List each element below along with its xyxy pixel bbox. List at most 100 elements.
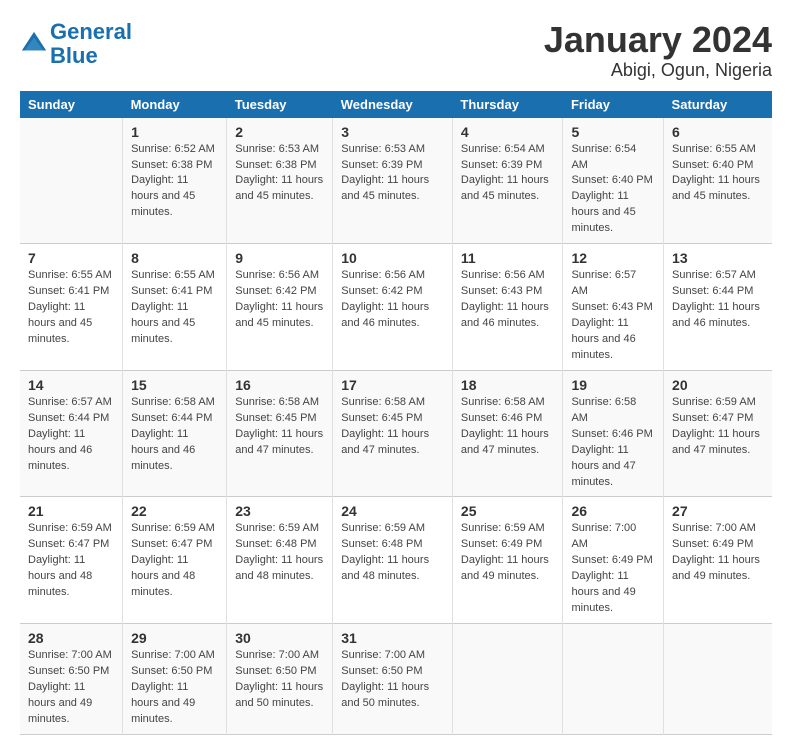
day-number: 24 [341,503,444,519]
day-number: 13 [672,250,764,266]
day-number: 30 [235,630,324,646]
cell-info: Sunrise: 6:55 AMSunset: 6:41 PMDaylight:… [131,268,218,348]
cell-info: Sunrise: 7:00 AMSunset: 6:50 PMDaylight:… [28,648,114,728]
calendar-cell [563,624,664,735]
calendar-cell: 24 Sunrise: 6:59 AMSunset: 6:48 PMDayligh… [333,497,453,624]
calendar-cell: 14 Sunrise: 6:57 AMSunset: 6:44 PMDayligh… [20,370,123,497]
cell-info: Sunrise: 6:59 AMSunset: 6:49 PMDaylight:… [461,521,555,585]
calendar-cell: 21 Sunrise: 6:59 AMSunset: 6:47 PMDayligh… [20,497,123,624]
day-number: 22 [131,503,218,519]
calendar-cell: 12 Sunrise: 6:57 AMSunset: 6:43 PMDayligh… [563,244,664,371]
page-title: January 2024 [544,20,772,60]
day-number: 4 [461,124,555,140]
day-number: 6 [672,124,764,140]
cell-info: Sunrise: 6:57 AMSunset: 6:44 PMDaylight:… [672,268,764,332]
day-number: 17 [341,377,444,393]
cell-info: Sunrise: 7:00 AMSunset: 6:49 PMDaylight:… [571,521,655,617]
calendar-cell: 28Sunrise: 7:00 AMSunset: 6:50 PMDayligh… [20,624,123,735]
cell-info: Sunrise: 6:54 AMSunset: 6:40 PMDaylight:… [571,142,655,238]
day-number: 1 [131,124,218,140]
calendar-cell: 5 Sunrise: 6:54 AMSunset: 6:40 PMDaylight… [563,118,664,244]
day-number: 18 [461,377,555,393]
day-number: 8 [131,250,218,266]
calendar-cell: 1 Sunrise: 6:52 AMSunset: 6:38 PMDaylight… [123,118,227,244]
header-day-wednesday: Wednesday [333,91,453,118]
calendar-cell: 19 Sunrise: 6:58 AMSunset: 6:46 PMDayligh… [563,370,664,497]
day-number: 5 [571,124,655,140]
week-row-1: 7Sunrise: 6:55 AMSunset: 6:41 PMDaylight… [20,244,772,371]
header-day-sunday: Sunday [20,91,123,118]
cell-info: Sunrise: 6:58 AMSunset: 6:45 PMDaylight:… [341,395,444,459]
calendar-cell: 20 Sunrise: 6:59 AMSunset: 6:47 PMDayligh… [664,370,772,497]
week-row-2: 14 Sunrise: 6:57 AMSunset: 6:44 PMDayligh… [20,370,772,497]
calendar-cell: 25 Sunrise: 6:59 AMSunset: 6:49 PMDayligh… [452,497,563,624]
header-day-monday: Monday [123,91,227,118]
calendar-cell [664,624,772,735]
calendar-cell: 4 Sunrise: 6:54 AMSunset: 6:39 PMDaylight… [452,118,563,244]
cell-info: Sunrise: 6:55 AMSunset: 6:41 PMDaylight:… [28,268,114,348]
day-number: 31 [341,630,444,646]
cell-info: Sunrise: 7:00 AMSunset: 6:50 PMDaylight:… [235,648,324,712]
calendar-cell: 6 Sunrise: 6:55 AMSunset: 6:40 PMDaylight… [664,118,772,244]
cell-info: Sunrise: 7:00 AMSunset: 6:50 PMDaylight:… [131,648,218,728]
logo-text: General Blue [50,20,132,68]
cell-info: Sunrise: 6:56 AMSunset: 6:43 PMDaylight:… [461,268,555,332]
day-number: 25 [461,503,555,519]
cell-info: Sunrise: 6:52 AMSunset: 6:38 PMDaylight:… [131,142,218,222]
day-number: 27 [672,503,764,519]
cell-info: Sunrise: 6:59 AMSunset: 6:48 PMDaylight:… [235,521,324,585]
day-number: 19 [571,377,655,393]
week-row-0: 1 Sunrise: 6:52 AMSunset: 6:38 PMDaylight… [20,118,772,244]
cell-info: Sunrise: 6:54 AMSunset: 6:39 PMDaylight:… [461,142,555,206]
day-number: 21 [28,503,114,519]
calendar-cell: 10Sunrise: 6:56 AMSunset: 6:42 PMDayligh… [333,244,453,371]
calendar-cell: 23Sunrise: 6:59 AMSunset: 6:48 PMDayligh… [227,497,333,624]
calendar-cell: 7Sunrise: 6:55 AMSunset: 6:41 PMDaylight… [20,244,123,371]
calendar-cell: 8 Sunrise: 6:55 AMSunset: 6:41 PMDaylight… [123,244,227,371]
week-row-4: 28Sunrise: 7:00 AMSunset: 6:50 PMDayligh… [20,624,772,735]
cell-info: Sunrise: 6:58 AMSunset: 6:46 PMDaylight:… [571,395,655,491]
cell-info: Sunrise: 7:00 AMSunset: 6:49 PMDaylight:… [672,521,764,585]
cell-info: Sunrise: 6:59 AMSunset: 6:47 PMDaylight:… [131,521,218,601]
cell-info: Sunrise: 6:59 AMSunset: 6:47 PMDaylight:… [672,395,764,459]
day-number: 14 [28,377,114,393]
day-number: 12 [571,250,655,266]
cell-info: Sunrise: 6:58 AMSunset: 6:44 PMDaylight:… [131,395,218,475]
cell-info: Sunrise: 6:53 AMSunset: 6:39 PMDaylight:… [341,142,444,206]
calendar-cell: 30 Sunrise: 7:00 AMSunset: 6:50 PMDayligh… [227,624,333,735]
day-number: 16 [235,377,324,393]
cell-info: Sunrise: 6:56 AMSunset: 6:42 PMDaylight:… [235,268,324,332]
calendar-cell: 11 Sunrise: 6:56 AMSunset: 6:43 PMDayligh… [452,244,563,371]
calendar-cell: 16 Sunrise: 6:58 AMSunset: 6:45 PMDayligh… [227,370,333,497]
calendar-cell: 26 Sunrise: 7:00 AMSunset: 6:49 PMDayligh… [563,497,664,624]
header-day-thursday: Thursday [452,91,563,118]
header-day-tuesday: Tuesday [227,91,333,118]
calendar-cell: 17 Sunrise: 6:58 AMSunset: 6:45 PMDayligh… [333,370,453,497]
calendar-cell [20,118,123,244]
cell-info: Sunrise: 6:55 AMSunset: 6:40 PMDaylight:… [672,142,764,206]
cell-info: Sunrise: 6:59 AMSunset: 6:48 PMDaylight:… [341,521,444,585]
day-number: 15 [131,377,218,393]
calendar-cell [452,624,563,735]
week-row-3: 21 Sunrise: 6:59 AMSunset: 6:47 PMDayligh… [20,497,772,624]
day-number: 10 [341,250,444,266]
day-number: 2 [235,124,324,140]
header-day-friday: Friday [563,91,664,118]
calendar-cell: 15 Sunrise: 6:58 AMSunset: 6:44 PMDayligh… [123,370,227,497]
calendar-cell: 13 Sunrise: 6:57 AMSunset: 6:44 PMDayligh… [664,244,772,371]
calendar-cell: 31Sunrise: 7:00 AMSunset: 6:50 PMDayligh… [333,624,453,735]
cell-info: Sunrise: 6:57 AMSunset: 6:43 PMDaylight:… [571,268,655,364]
day-number: 26 [571,503,655,519]
header-row: SundayMondayTuesdayWednesdayThursdayFrid… [20,91,772,118]
title-block: January 2024 Abigi, Ogun, Nigeria [544,20,772,81]
day-number: 11 [461,250,555,266]
cell-info: Sunrise: 6:57 AMSunset: 6:44 PMDaylight:… [28,395,114,475]
page-header: General Blue January 2024 Abigi, Ogun, N… [20,20,772,81]
cell-info: Sunrise: 6:58 AMSunset: 6:45 PMDaylight:… [235,395,324,459]
cell-info: Sunrise: 6:59 AMSunset: 6:47 PMDaylight:… [28,521,114,601]
calendar-cell: 18Sunrise: 6:58 AMSunset: 6:46 PMDayligh… [452,370,563,497]
day-number: 20 [672,377,764,393]
calendar-cell: 22 Sunrise: 6:59 AMSunset: 6:47 PMDayligh… [123,497,227,624]
logo: General Blue [20,20,132,68]
day-number: 3 [341,124,444,140]
